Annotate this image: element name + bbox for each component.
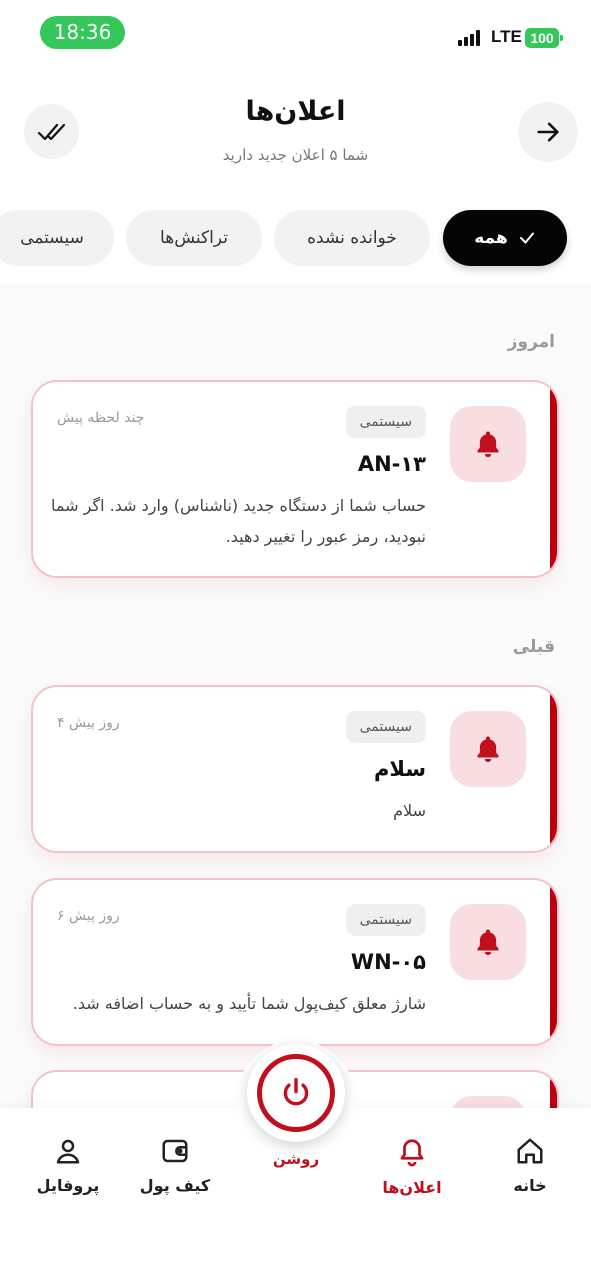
bell-icon <box>400 1139 424 1167</box>
page-subtitle: شما ۵ اعلان جدید دارید <box>222 146 369 164</box>
bell-icon-box <box>450 711 526 787</box>
network-label: LTE <box>491 27 522 46</box>
notification-time: چند لحظه پیش <box>57 410 145 426</box>
double-check-icon <box>37 123 65 140</box>
power-button[interactable] <box>247 1044 345 1142</box>
notification-card[interactable]: سیستمی چند لحظه پیش AN-۱۳ حساب شما از دس… <box>31 380 559 578</box>
category-badge: سیستمی <box>345 711 426 743</box>
section-earlier-label: قبلی <box>512 637 555 657</box>
notification-title: سلام <box>374 757 426 781</box>
card-accent <box>550 382 557 576</box>
bell-icon-box <box>450 904 526 980</box>
signal-icon <box>458 30 484 46</box>
category-badge: سیستمی <box>345 904 426 936</box>
notification-card[interactable]: سیستمی ۴ روز پیش سلام سلام <box>31 685 559 853</box>
wallet-icon <box>162 1139 188 1163</box>
nav-home-label: خانه <box>513 1176 547 1195</box>
profile-icon <box>56 1139 80 1164</box>
nav-notifications-label: اعلان‌ها <box>382 1178 442 1197</box>
mark-all-read-button[interactable] <box>24 104 79 159</box>
bell-icon <box>477 929 499 956</box>
bell-icon <box>477 431 499 458</box>
page-title: اعلان‌ها <box>245 96 346 127</box>
status-bar: 18:36 LTE 100 <box>0 0 591 64</box>
tab-transactions[interactable]: تراکنش‌ها <box>126 210 262 266</box>
nav-profile[interactable]: پروفایل <box>28 1136 108 1195</box>
tab-all[interactable]: همه <box>443 210 567 266</box>
home-icon <box>517 1138 543 1164</box>
tab-transactions-label: تراکنش‌ها <box>160 228 228 248</box>
battery-tip <box>560 35 563 41</box>
notification-body: سلام <box>393 801 426 820</box>
notification-body: شارژ معلق کیف‌پول شما تأیید و به حساب اض… <box>72 994 426 1013</box>
nav-wallet-label: کیف پول <box>139 1176 211 1195</box>
tab-all-label: همه <box>474 228 508 248</box>
notification-time: ۴ روز پیش <box>57 715 120 731</box>
notification-time: ۶ روز پیش <box>57 908 120 924</box>
card-accent <box>550 880 557 1044</box>
check-icon <box>519 232 534 244</box>
power-icon <box>283 1077 309 1106</box>
bell-icon <box>477 736 499 763</box>
bell-icon-box <box>450 406 526 482</box>
power-label: روشن <box>272 1150 320 1168</box>
notification-title: AN-۱۳ <box>357 452 426 476</box>
card-accent <box>550 687 557 851</box>
tab-unread-label: خوانده نشده <box>307 228 397 248</box>
status-time: 18:36 <box>40 16 125 49</box>
notification-card[interactable]: سیستمی ۶ روز پیش WN-۰۵ شارژ معلق کیف‌پول… <box>31 878 559 1046</box>
power-ring <box>257 1054 335 1132</box>
category-badge: سیستمی <box>345 406 426 438</box>
nav-home[interactable]: خانه <box>500 1136 560 1195</box>
section-today-label: امروز <box>507 332 555 352</box>
notification-body: حساب شما از دستگاه جدید (ناشناس) وارد شد… <box>51 496 426 546</box>
tab-system[interactable]: سیستمی <box>0 210 114 266</box>
nav-notifications[interactable]: اعلان‌ها <box>372 1136 452 1197</box>
tab-unread[interactable]: خوانده نشده <box>274 210 430 266</box>
notification-title: WN-۰۵ <box>350 950 426 974</box>
tab-system-label: سیستمی <box>20 228 84 248</box>
battery-icon: 100 <box>525 28 559 48</box>
nav-profile-label: پروفایل <box>36 1176 100 1195</box>
nav-wallet[interactable]: کیف پول <box>135 1136 215 1195</box>
